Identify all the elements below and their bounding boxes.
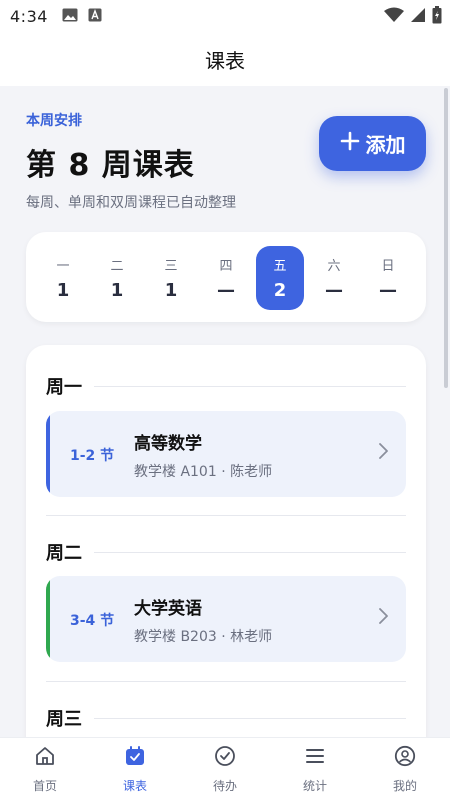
- course-location-teacher: 教学楼 B203 · 林老师: [134, 629, 273, 645]
- day-sat[interactable]: 六 —: [310, 246, 358, 310]
- section-title: 周二: [46, 543, 82, 564]
- course-location-teacher: 教学楼 A101 · 陈老师: [134, 464, 273, 480]
- battery-icon: [432, 6, 442, 28]
- menu-lines-icon: [304, 745, 326, 771]
- section-separator: [46, 681, 406, 682]
- calendar-icon: [124, 745, 146, 771]
- wifi-icon: [384, 7, 404, 27]
- day-count: 1: [164, 280, 178, 301]
- plus-icon: [340, 130, 360, 156]
- section-title: 周三: [46, 709, 82, 730]
- day-thu[interactable]: 四 —: [202, 246, 250, 310]
- app-notification-icon: [88, 7, 102, 26]
- section-header-tue: 周二: [46, 539, 406, 565]
- tab-todo[interactable]: 待办: [180, 738, 270, 800]
- tab-label: 课表: [122, 779, 147, 793]
- status-bar: 4:34: [0, 0, 450, 32]
- day-name: 日: [381, 259, 395, 274]
- tab-label: 统计: [302, 779, 327, 793]
- day-count: —: [379, 280, 397, 301]
- signal-icon: [410, 7, 426, 27]
- day-name: 一: [56, 259, 70, 274]
- tab-home[interactable]: 首页: [0, 738, 90, 800]
- image-notification-icon: [62, 7, 78, 26]
- add-course-button[interactable]: 添加: [319, 116, 426, 171]
- section-header-mon: 周一: [46, 373, 406, 399]
- day-count: 2: [273, 280, 287, 301]
- course-item[interactable]: 1-2 节 高等数学 教学楼 A101 · 陈老师: [46, 411, 406, 497]
- section-divider: [94, 385, 406, 387]
- chevron-right-icon: [378, 606, 390, 630]
- schedule-content[interactable]: 本周安排 第 8 周课表 每周、单周和双周课程已自动整理 添加 一 1 二 1 …: [0, 86, 450, 737]
- tab-label: 首页: [32, 779, 57, 793]
- home-icon: [34, 745, 56, 771]
- week-day-selector: 一 1 二 1 三 1 四 — 五 2 六 — 日 —: [26, 232, 426, 322]
- section-header-wed: 周三: [46, 705, 406, 731]
- day-count: —: [325, 280, 343, 301]
- check-circle-icon: [214, 745, 236, 771]
- day-count: 1: [56, 280, 70, 301]
- day-count: 1: [110, 280, 124, 301]
- tab-schedule[interactable]: 课表: [90, 738, 180, 800]
- day-count: —: [217, 280, 235, 301]
- header-eyebrow: 本周安排: [26, 113, 82, 129]
- status-time: 4:34: [10, 6, 48, 26]
- course-name: 高等数学: [134, 434, 202, 454]
- page-subtitle: 每周、单周和双周课程已自动整理: [26, 195, 236, 211]
- tab-stats[interactable]: 统计: [270, 738, 360, 800]
- course-color-bar: [46, 411, 50, 497]
- day-name: 五: [273, 259, 287, 274]
- day-name: 六: [327, 259, 341, 274]
- bottom-tab-bar: 首页 课表 待办 统计 我的: [0, 737, 450, 800]
- tab-label: 我的: [392, 779, 417, 793]
- day-name: 三: [164, 259, 178, 274]
- section-divider: [94, 717, 406, 719]
- day-name: 二: [110, 259, 124, 274]
- course-name: 大学英语: [134, 599, 202, 619]
- day-sun[interactable]: 日 —: [364, 246, 412, 310]
- course-item[interactable]: 3-4 节 大学英语 教学楼 B203 · 林老师: [46, 576, 406, 662]
- tab-label: 待办: [212, 779, 237, 793]
- course-period: 3-4 节: [70, 613, 115, 629]
- tab-profile[interactable]: 我的: [360, 738, 450, 800]
- chevron-right-icon: [378, 441, 390, 465]
- section-separator: [46, 515, 406, 516]
- app-bar: 课表: [0, 32, 450, 86]
- profile-icon: [394, 745, 416, 771]
- day-wed[interactable]: 三 1: [147, 246, 195, 310]
- section-title: 周一: [46, 377, 82, 398]
- course-list: 周一 1-2 节 高等数学 教学楼 A101 · 陈老师 周二 3-4 节 大学…: [26, 345, 426, 737]
- app-bar-title: 课表: [205, 48, 245, 73]
- day-fri[interactable]: 五 2: [256, 246, 304, 310]
- page-title: 第 8 周课表: [26, 148, 195, 183]
- day-name: 四: [219, 259, 233, 274]
- scrollbar[interactable]: [444, 88, 448, 388]
- day-tue[interactable]: 二 1: [93, 246, 141, 310]
- course-period: 1-2 节: [70, 448, 115, 464]
- course-color-bar: [46, 576, 50, 662]
- section-divider: [94, 551, 406, 553]
- day-mon[interactable]: 一 1: [39, 246, 87, 310]
- add-button-label: 添加: [365, 133, 406, 157]
